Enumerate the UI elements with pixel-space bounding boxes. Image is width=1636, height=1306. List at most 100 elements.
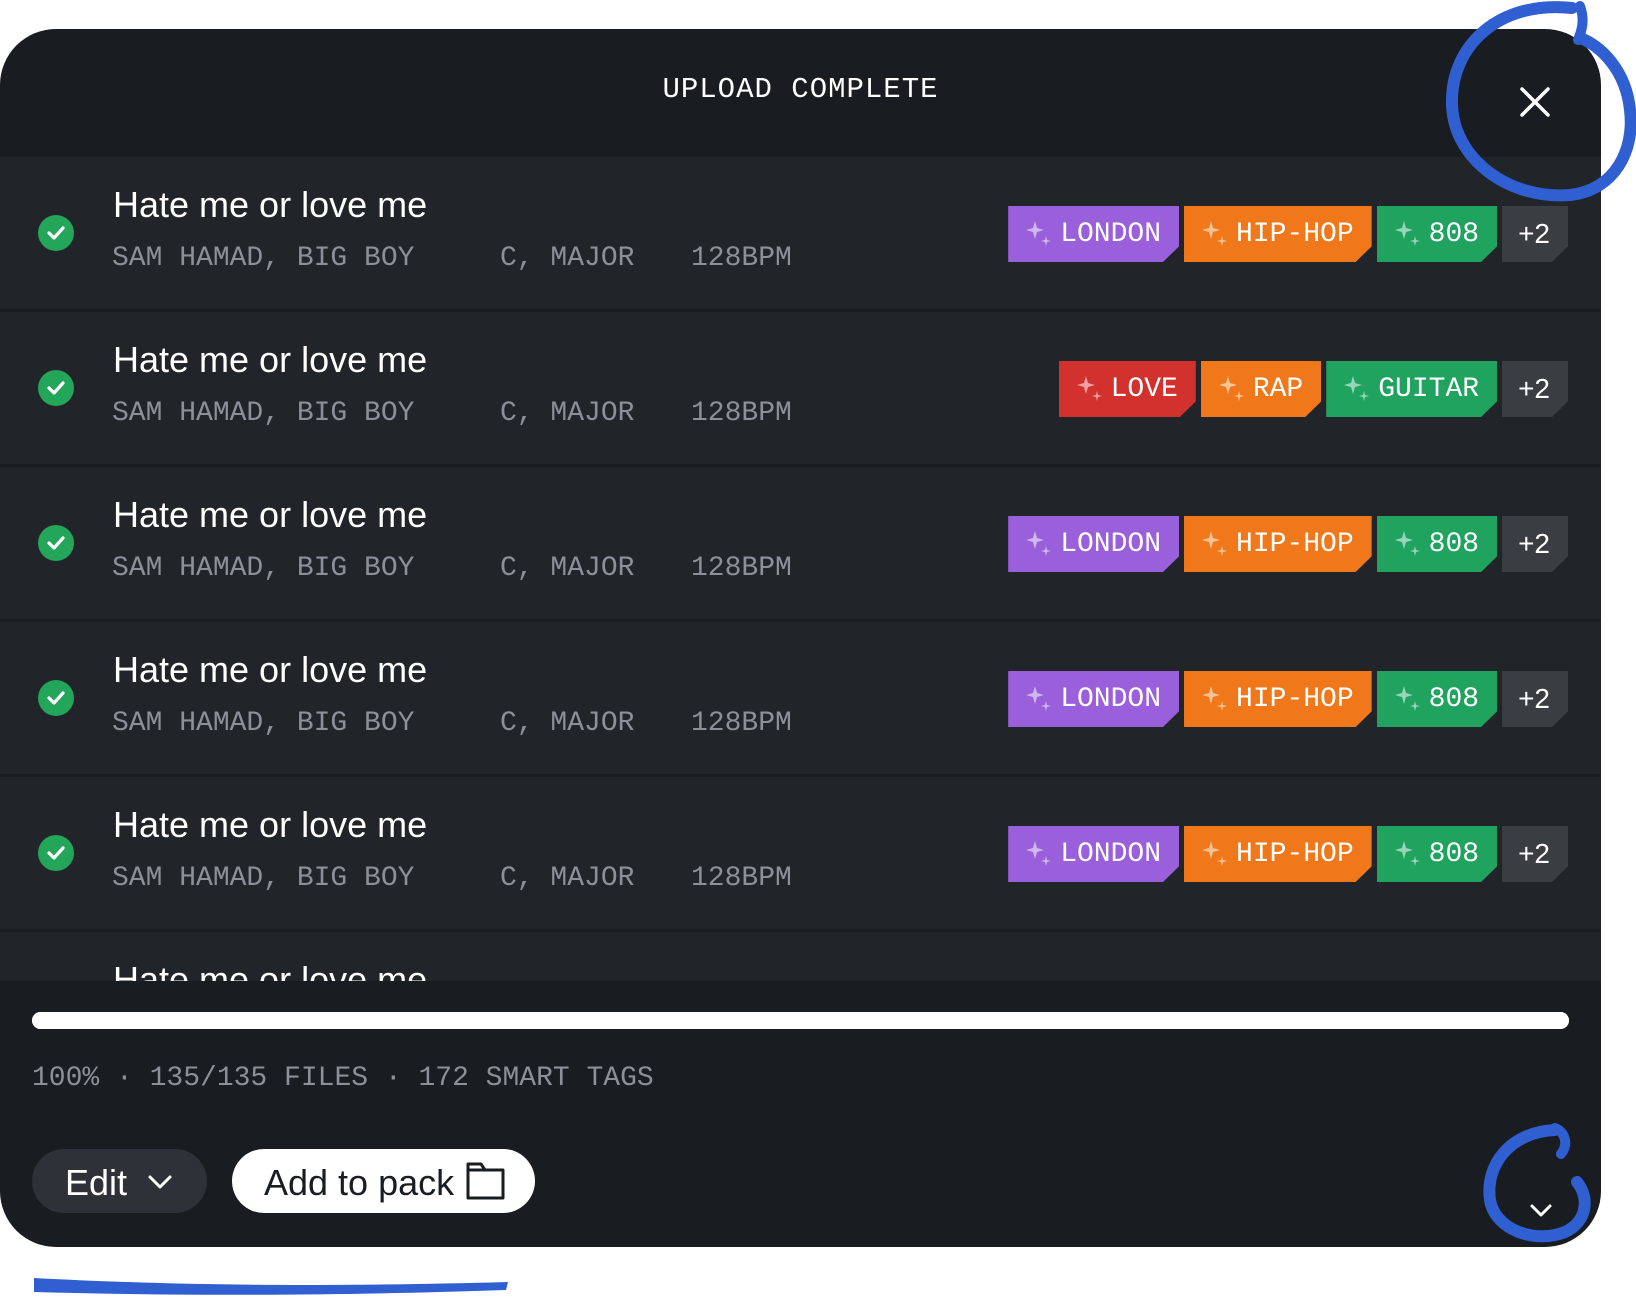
expand-button[interactable]	[1523, 1193, 1559, 1229]
more-tags-badge[interactable]: +2	[1502, 671, 1568, 727]
panel-header: UPLOAD COMPLETE	[0, 29, 1601, 157]
smart-tag[interactable]: LONDON	[1008, 206, 1179, 262]
smart-tag[interactable]: 808	[1377, 516, 1497, 572]
sparkle-icon	[1200, 839, 1230, 869]
smart-tag-label: 808	[1428, 528, 1480, 560]
sparkle-icon	[1393, 684, 1423, 714]
file-row[interactable]: Hate me or love me SAM HAMAD, BIG BOY C, M…	[0, 622, 1601, 774]
smart-tags: LONDON HIP-HOP 808 +2	[1008, 516, 1568, 572]
sparkle-icon	[1393, 219, 1423, 249]
upload-panel: UPLOAD COMPLETE Hate me or love me SAM HA…	[0, 29, 1601, 1247]
smart-tag[interactable]: GUITAR	[1326, 361, 1497, 417]
close-button[interactable]	[1505, 72, 1565, 132]
sparkle-icon	[1024, 684, 1054, 714]
smart-tag-label: HIP-HOP	[1236, 683, 1354, 715]
sparkle-icon	[1024, 529, 1054, 559]
chevron-down-icon	[148, 1175, 172, 1189]
add-to-pack-label: Add to pack	[264, 1162, 455, 1203]
smart-tag[interactable]: 808	[1377, 206, 1497, 262]
progress-fill	[32, 1012, 1569, 1029]
file-row[interactable]: Hate me or love me SAM HAMAD, BIG BOY C, M…	[0, 312, 1601, 464]
file-key: C, MAJOR	[500, 553, 635, 584]
smart-tag-label: HIP-HOP	[1236, 838, 1354, 870]
more-tags-badge[interactable]: +2	[1502, 361, 1568, 417]
check-circle-icon	[38, 215, 74, 251]
smart-tag[interactable]: LONDON	[1008, 826, 1179, 882]
smart-tag-label: RAP	[1252, 373, 1304, 405]
file-name: Hate me or love me	[113, 494, 428, 535]
smart-tag[interactable]: HIP-HOP	[1184, 826, 1372, 882]
file-bpm: 128BPM	[691, 243, 792, 274]
smart-tag-label: LONDON	[1060, 218, 1162, 250]
file-artists: SAM HAMAD, BIG BOY	[112, 863, 415, 894]
file-row[interactable]: Hate me or love me	[0, 932, 1601, 981]
file-artists: SAM HAMAD, BIG BOY	[112, 708, 415, 739]
file-key: C, MAJOR	[500, 398, 635, 429]
file-key: C, MAJOR	[500, 863, 635, 894]
file-name: Hate me or love me	[113, 804, 428, 845]
smart-tag-label: LOVE	[1110, 373, 1178, 405]
smart-tag-label: LONDON	[1060, 838, 1162, 870]
edit-button-label: Edit	[65, 1162, 128, 1203]
check-circle-icon	[38, 835, 74, 871]
smart-tag[interactable]: RAP	[1201, 361, 1321, 417]
edit-button[interactable]: Edit	[32, 1149, 207, 1213]
smart-tag-label: HIP-HOP	[1236, 218, 1354, 250]
file-name: Hate me or love me	[113, 184, 428, 225]
file-name: Hate me or love me	[113, 339, 428, 380]
file-name: Hate me or love me	[113, 649, 428, 690]
smart-tag[interactable]: LONDON	[1008, 516, 1179, 572]
annotation-underline	[34, 1278, 508, 1295]
smart-tag[interactable]: LONDON	[1008, 671, 1179, 727]
smart-tag[interactable]: HIP-HOP	[1184, 206, 1372, 262]
file-key: C, MAJOR	[500, 708, 635, 739]
sparkle-icon	[1075, 374, 1105, 404]
chevron-down-icon	[1530, 1204, 1552, 1217]
file-bpm: 128BPM	[691, 708, 792, 739]
file-artists: SAM HAMAD, BIG BOY	[112, 243, 415, 274]
file-key: C, MAJOR	[500, 243, 635, 274]
file-list[interactable]: Hate me or love me SAM HAMAD, BIG BOY C, M…	[0, 157, 1601, 981]
file-bpm: 128BPM	[691, 553, 792, 584]
more-tags-badge[interactable]: +2	[1502, 516, 1568, 572]
smart-tag[interactable]: LOVE	[1059, 361, 1196, 417]
smart-tag-label: 808	[1428, 218, 1480, 250]
sparkle-icon	[1200, 684, 1230, 714]
sparkle-icon	[1393, 839, 1423, 869]
add-to-pack-button[interactable]: Add to pack	[232, 1149, 535, 1213]
file-artists: SAM HAMAD, BIG BOY	[112, 553, 415, 584]
sparkle-icon	[1200, 529, 1230, 559]
file-name: Hate me or love me	[113, 959, 428, 981]
progress-bar	[32, 1012, 1569, 1029]
smart-tag-label: 808	[1428, 683, 1480, 715]
sparkle-icon	[1200, 219, 1230, 249]
smart-tag[interactable]: 808	[1377, 671, 1497, 727]
smart-tags: LOVE RAP GUITAR +2	[1059, 361, 1568, 417]
smart-tag[interactable]: HIP-HOP	[1184, 671, 1372, 727]
more-tags-badge[interactable]: +2	[1502, 826, 1568, 882]
file-row[interactable]: Hate me or love me SAM HAMAD, BIG BOY C, M…	[0, 777, 1601, 929]
check-circle-icon	[38, 370, 74, 406]
close-icon	[1520, 87, 1550, 117]
smart-tag-label: HIP-HOP	[1236, 528, 1354, 560]
check-circle-icon	[38, 525, 74, 561]
sparkle-icon	[1024, 219, 1054, 249]
file-row[interactable]: Hate me or love me SAM HAMAD, BIG BOY C, M…	[0, 157, 1601, 309]
file-artists: SAM HAMAD, BIG BOY	[112, 398, 415, 429]
smart-tag-label: 808	[1428, 838, 1480, 870]
sparkle-icon	[1393, 529, 1423, 559]
sparkle-icon	[1217, 374, 1247, 404]
file-bpm: 128BPM	[691, 863, 792, 894]
smart-tag-label: LONDON	[1060, 683, 1162, 715]
smart-tag[interactable]: HIP-HOP	[1184, 516, 1372, 572]
check-circle-icon	[38, 680, 74, 716]
folder-icon	[466, 1162, 505, 1200]
more-tags-badge[interactable]: +2	[1502, 206, 1568, 262]
sparkle-icon	[1024, 839, 1054, 869]
smart-tag[interactable]: 808	[1377, 826, 1497, 882]
panel-title: UPLOAD COMPLETE	[662, 73, 939, 106]
file-row[interactable]: Hate me or love me SAM HAMAD, BIG BOY C, M…	[0, 467, 1601, 619]
file-bpm: 128BPM	[691, 398, 792, 429]
smart-tags: LONDON HIP-HOP 808 +2	[1008, 826, 1568, 882]
sparkle-icon	[1342, 374, 1372, 404]
